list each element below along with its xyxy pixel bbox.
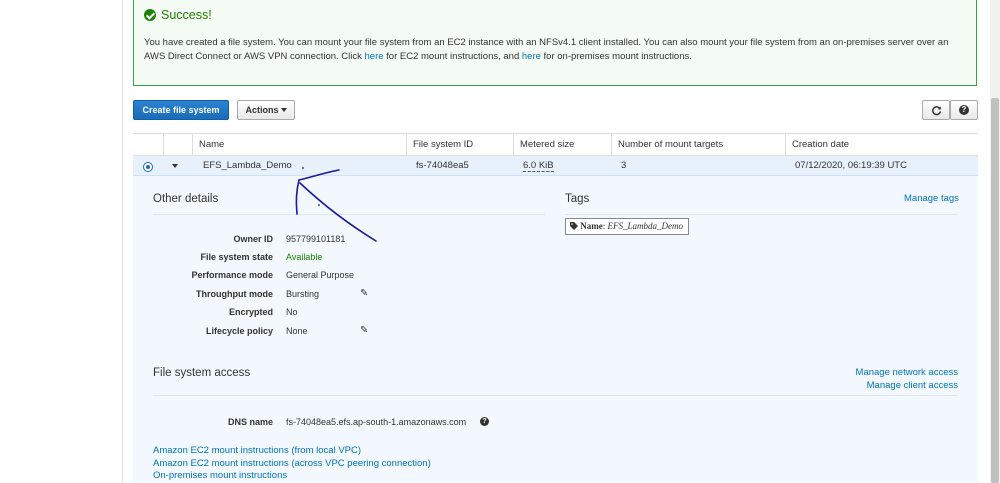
lifecycle-policy-value: None — [286, 326, 308, 336]
throughput-mode-value: Bursting — [286, 289, 320, 299]
column-creation-date[interactable]: Creation date — [785, 134, 978, 156]
expand-column — [163, 134, 193, 156]
row-file-system-id: fs-74048ea5 — [416, 160, 469, 171]
tag-key: Name — [580, 221, 603, 231]
manage-tags-link[interactable]: Manage tags — [904, 193, 959, 204]
table-header: Name File system ID Metered size Number … — [133, 133, 978, 156]
caret-down-icon — [280, 108, 287, 112]
refresh-icon — [931, 105, 941, 115]
row-creation-date: 07/12/2020, 06:19:39 UTC — [795, 160, 907, 171]
actions-label: Actions — [245, 105, 279, 115]
pencil-icon[interactable]: ✎ — [360, 288, 368, 299]
column-file-system-id[interactable]: File system ID — [406, 134, 514, 156]
column-mount-targets[interactable]: Number of mount targets — [611, 134, 785, 156]
column-metered-size[interactable]: Metered size — [513, 134, 611, 156]
file-system-state-value: Available — [286, 252, 323, 262]
tag-value: EFS_Lambda_Demo — [607, 221, 684, 231]
scrollbar-thumb[interactable] — [991, 98, 999, 483]
metered-size-value[interactable]: 6.0 KiB — [523, 160, 554, 172]
dns-name-label: DNS name — [227, 417, 273, 427]
divider — [153, 214, 545, 215]
tag-icon — [570, 222, 578, 230]
row-metered-size: 6.0 KiB — [523, 156, 554, 176]
help-icon: ? — [959, 105, 969, 115]
alert-message: You have created a file system. You can … — [144, 36, 969, 63]
alert-title-row: Success! — [144, 8, 212, 22]
check-circle-icon — [144, 9, 156, 21]
success-alert: Success! You have created a file system.… — [133, 0, 977, 86]
radio-selected-icon[interactable] — [143, 162, 153, 172]
pencil-icon[interactable]: ✎ — [360, 325, 368, 336]
manage-network-access-link[interactable]: Manage network access — [856, 367, 958, 378]
divider — [153, 395, 958, 396]
caret-down-icon[interactable] — [172, 164, 178, 168]
create-file-system-button[interactable]: Create file system — [133, 100, 229, 120]
row-name: EFS_Lambda_Demo — [203, 160, 292, 171]
encrypted-value: No — [286, 307, 298, 317]
row-mount-targets: 3 — [621, 160, 627, 171]
lifecycle-policy-label: Lifecycle policy — [205, 326, 273, 336]
dns-name-value: fs-74048ea5.efs.ap-south-1.amazonaws.com — [286, 417, 467, 427]
owner-id-value: 957799101181 — [286, 234, 346, 244]
file-system-access-title: File system access — [153, 367, 251, 379]
help-icon[interactable]: ? — [480, 417, 489, 426]
tag-chip: Name: EFS_Lambda_Demo — [565, 218, 690, 235]
onprem-mount-instructions-link[interactable]: On-premises mount instructions — [153, 470, 287, 481]
details-panel: Other details Tags Manage tags Name: EFS… — [133, 176, 978, 483]
onprem-instructions-link[interactable]: here — [522, 51, 541, 62]
alert-text-2: for EC2 mount instructions, and — [383, 50, 522, 62]
column-name[interactable]: Name — [192, 134, 407, 156]
alert-title: Success! — [161, 8, 212, 22]
select-column — [133, 134, 163, 156]
divider — [565, 214, 958, 215]
throughput-mode-label: Throughput mode — [196, 289, 273, 299]
other-details-title: Other details — [153, 193, 219, 205]
actions-dropdown[interactable]: Actions — [237, 100, 295, 120]
performance-mode-value: General Purpose — [286, 270, 355, 280]
tags-title: Tags — [565, 193, 590, 205]
file-system-state-label: File system state — [200, 252, 273, 262]
ec2-vpc-peering-instructions-link[interactable]: Amazon EC2 mount instructions (across VP… — [153, 458, 431, 469]
refresh-button[interactable] — [922, 100, 950, 120]
table-row[interactable]: EFS_Lambda_Demo fs-74048ea5 6.0 KiB 3 07… — [133, 156, 978, 176]
scrollbar-track[interactable] — [990, 0, 1000, 483]
help-button[interactable]: ? — [950, 100, 978, 120]
performance-mode-label: Performance mode — [191, 270, 273, 280]
encrypted-label: Encrypted — [228, 307, 273, 317]
left-sidebar — [0, 0, 123, 483]
owner-id-label: Owner ID — [233, 234, 273, 244]
ec2-instructions-link[interactable]: here — [365, 51, 384, 62]
ec2-local-vpc-instructions-link[interactable]: Amazon EC2 mount instructions (from loca… — [153, 445, 361, 456]
manage-client-access-link[interactable]: Manage client access — [867, 380, 958, 391]
alert-text-3: for on-premises mount instructions. — [540, 50, 692, 62]
